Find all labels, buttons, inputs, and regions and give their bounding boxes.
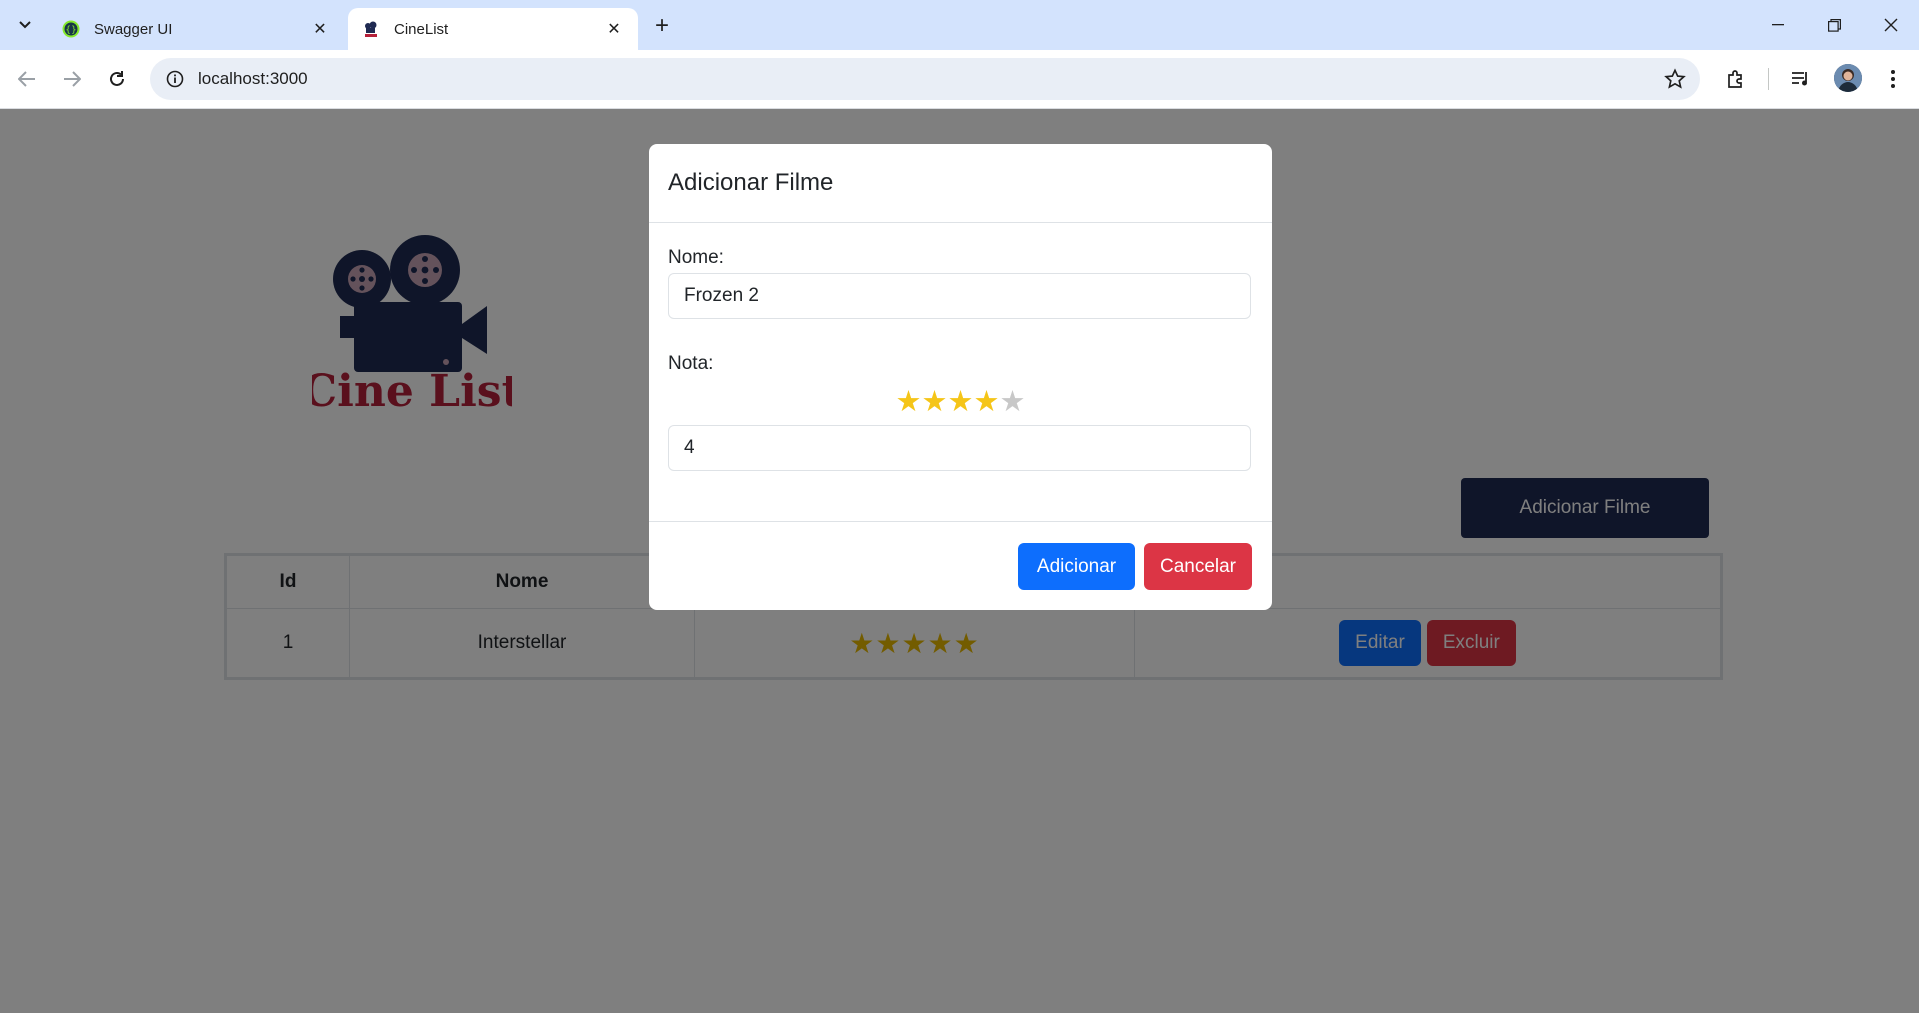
- back-icon[interactable]: [10, 62, 44, 96]
- star-4-icon[interactable]: ★: [974, 386, 1000, 418]
- forward-icon[interactable]: [55, 62, 89, 96]
- media-controls-icon[interactable]: [1784, 62, 1818, 96]
- close-window-icon[interactable]: [1863, 0, 1919, 50]
- toolbar-separator: [1768, 68, 1769, 90]
- tab-title: Swagger UI: [94, 20, 173, 38]
- swagger-icon: {}: [62, 20, 80, 38]
- restore-icon[interactable]: [1806, 0, 1862, 50]
- browser-toolbar: localhost:3000: [0, 50, 1919, 109]
- close-tab-icon[interactable]: ✕: [310, 19, 330, 39]
- page-content: Cine List stiu Adicionar Filme Id Nome 1…: [0, 109, 1919, 1013]
- star-2-icon[interactable]: ★: [922, 386, 948, 418]
- url-text: localhost:3000: [198, 69, 308, 88]
- minimize-icon[interactable]: [1750, 0, 1806, 50]
- nome-input[interactable]: [668, 273, 1251, 319]
- modal-title: Adicionar Filme: [668, 169, 834, 196]
- star-1-icon[interactable]: ★: [896, 386, 922, 418]
- nota-input[interactable]: [668, 425, 1251, 471]
- cancel-button[interactable]: Cancelar: [1144, 543, 1252, 590]
- extensions-icon[interactable]: [1719, 62, 1753, 96]
- submit-add-button[interactable]: Adicionar: [1018, 543, 1135, 590]
- more-menu-icon[interactable]: [1876, 62, 1910, 96]
- new-tab-icon[interactable]: +: [648, 12, 676, 40]
- close-tab-icon[interactable]: ✕: [604, 19, 624, 39]
- svg-text:{}: {}: [65, 26, 76, 36]
- cinelist-favicon: [365, 21, 377, 37]
- modal-footer: Adicionar Cancelar: [649, 521, 1272, 611]
- reload-icon[interactable]: [100, 62, 134, 96]
- tab-cinelist[interactable]: CineList ✕: [348, 8, 638, 50]
- star-3-icon[interactable]: ★: [948, 386, 974, 418]
- profile-avatar[interactable]: [1834, 64, 1862, 92]
- tab-strip: {} Swagger UI ✕ CineList ✕ +: [0, 0, 1919, 50]
- add-movie-modal: Adicionar Filme Nome: Nota: ★★★★★ Adicio…: [649, 144, 1272, 610]
- bookmark-star-icon[interactable]: [1664, 68, 1686, 90]
- modal-header: Adicionar Filme: [649, 144, 1272, 223]
- nota-star-picker[interactable]: ★★★★★: [649, 384, 1272, 419]
- nome-label: Nome:: [668, 247, 724, 268]
- star-5-icon[interactable]: ★: [1000, 386, 1026, 418]
- address-bar[interactable]: localhost:3000: [150, 58, 1700, 100]
- tab-swagger-ui[interactable]: {} Swagger UI ✕: [48, 8, 344, 50]
- nota-label: Nota:: [668, 353, 714, 374]
- tab-search-chevron-icon[interactable]: [10, 10, 40, 40]
- site-info-icon[interactable]: [164, 68, 186, 90]
- tab-title: CineList: [394, 20, 449, 38]
